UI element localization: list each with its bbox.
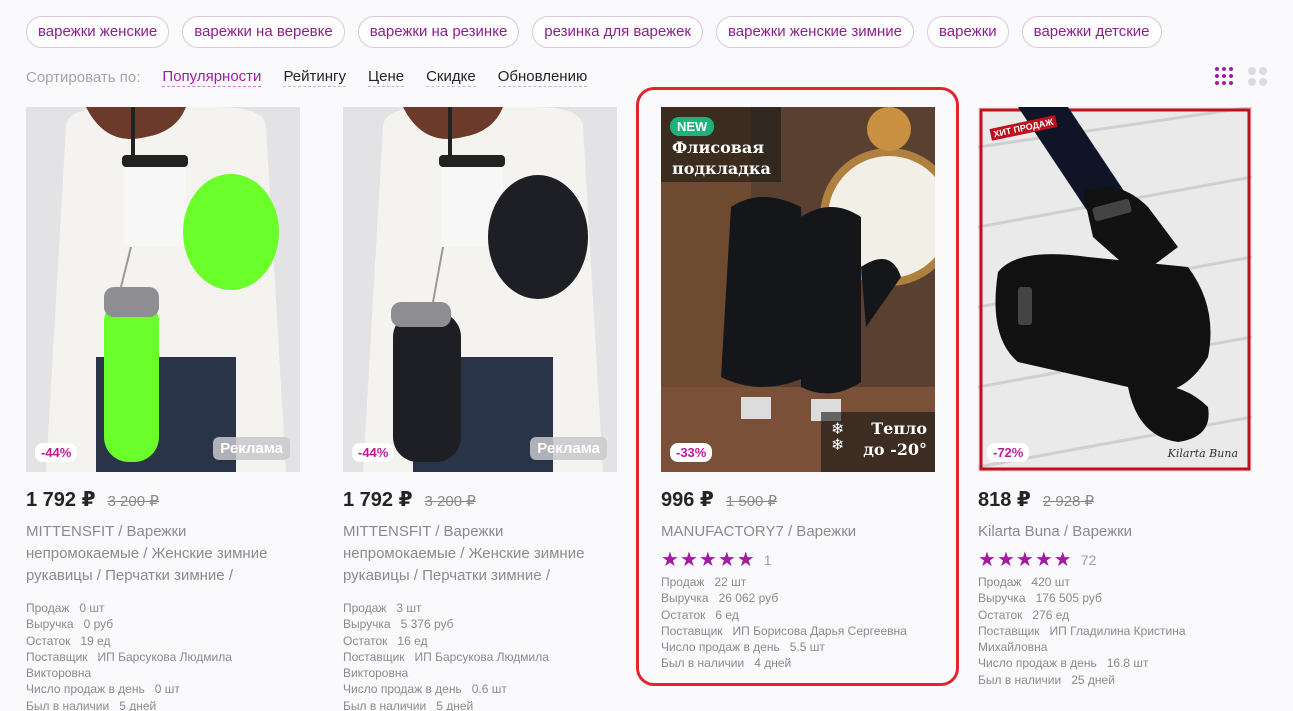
old-price: 3 200 ₽ (424, 493, 476, 510)
star-icon: ★ (661, 549, 679, 571)
product-card[interactable]: -44% Реклама 1 792 ₽ 3 200 ₽ MITTENSFIT … (343, 107, 617, 711)
product-title[interactable]: MANUFACTORY7 / Варежки (661, 521, 935, 543)
old-price: 1 500 ₽ (725, 493, 778, 510)
star-icon: ★ (996, 549, 1015, 571)
stat-revenue: Выручка 176 505 руб (978, 591, 1102, 606)
product-title[interactable]: Kilarta Buna / Варежки (978, 521, 1252, 543)
stat-revenue: Выручка 5 376 руб (343, 617, 454, 632)
tag-chip[interactable]: резинка для варежек (532, 16, 703, 48)
product-title[interactable]: MITTENSFIT / Варежки непромокаемые / Жен… (26, 521, 300, 587)
sort-label: Сортировать по: (26, 69, 141, 86)
star-icon: ★ (679, 549, 698, 571)
stat-revenue: Выручка 0 руб (26, 617, 114, 632)
stat-stock: Остаток 19 ед (26, 633, 111, 648)
stat-supplier: Поставщик ИП Борисова Дарья Сергеевна (661, 623, 907, 638)
product-image[interactable]: ХИТ ПРОДАЖ Kilarta Buna -72% (978, 107, 1252, 472)
grid-large-view-icon[interactable] (1248, 67, 1268, 87)
snowflake-icon: ❄ ❄ (831, 421, 845, 454)
product-card[interactable]: NEW Флисовая подкладка Тепло до -20° ❄ ❄ … (661, 107, 935, 672)
sort-option-update[interactable]: Обновлению (497, 68, 588, 87)
product-stats: Продаж 22 шт Выручка 26 062 руб Остаток 6 е… (661, 574, 935, 672)
black-mitten-shape (488, 175, 588, 299)
star-icon: ★ (698, 549, 717, 571)
stat-per-day: Число продаж в день 16.8 шт (978, 656, 1149, 671)
product-stats: Продаж 3 шт Выручка 5 376 руб Остаток 16 ед… (343, 600, 617, 711)
tag-chip[interactable]: варежки женские зимние (716, 16, 914, 48)
star-icon: ★ (978, 549, 996, 571)
discount-badge: -33% (670, 443, 713, 462)
sort-bar: Сортировать по: Популярности Рейтингу Це… (26, 68, 609, 87)
stat-in-stock-days: Был в наличии 4 дней (661, 656, 792, 671)
rating: ★ ★ ★ ★ ★ 72 (978, 549, 1252, 571)
stat-supplier: Поставщик ИП Барсукова Людмила Викторовна (26, 649, 232, 681)
new-badge: NEW (670, 117, 715, 136)
grid-small-view-icon[interactable] (1215, 67, 1235, 87)
overlay-top-text: Флисовая подкладка (672, 138, 771, 178)
product-image[interactable]: -44% Реклама (343, 107, 617, 472)
product-stats: Продаж 420 шт Выручка 176 505 руб Остаток 2… (978, 574, 1252, 688)
stat-sales: Продаж 0 шт (26, 601, 105, 615)
sort-option-discount[interactable]: Скидке (426, 68, 476, 87)
stat-supplier: Поставщик ИП Гладилина Кристина Михайловн… (978, 623, 1186, 655)
reviews-count[interactable]: 1 (764, 552, 772, 568)
stat-in-stock-days: Был в наличии 5 дней (26, 698, 157, 711)
overlay-bottom-text: Тепло до -20° (863, 419, 927, 459)
product-card[interactable]: -44% Реклама 1 792 ₽ 3 200 ₽ MITTENSFIT … (26, 107, 300, 711)
stat-stock: Остаток 276 ед (978, 607, 1070, 622)
star-icon: ★ (1053, 549, 1072, 571)
stat-in-stock-days: Был в наличии 5 дней (343, 698, 474, 711)
star-icon: ★ (717, 549, 736, 571)
sort-option-price[interactable]: Цене (368, 68, 405, 87)
stat-per-day: Число продаж в день 0.6 шт (343, 682, 507, 697)
stat-per-day: Число продаж в день 0 шт (26, 682, 180, 697)
product-title[interactable]: MITTENSFIT / Варежки непромокаемые / Жен… (343, 521, 617, 587)
star-icon: ★ (736, 549, 755, 571)
star-icon: ★ (1015, 549, 1034, 571)
ad-badge: Реклама (530, 437, 607, 460)
search-tags: варежки женские варежки на веревке вареж… (26, 16, 1162, 48)
ad-badge: Реклама (213, 437, 290, 460)
sort-option-popularity[interactable]: Популярности (162, 68, 262, 87)
discount-badge: -44% (35, 443, 78, 462)
price: 1 792 ₽ (343, 489, 413, 511)
discount-badge: -44% (352, 443, 395, 462)
tag-chip[interactable]: варежки женские (26, 16, 170, 48)
price: 818 ₽ (978, 489, 1031, 511)
rating: ★ ★ ★ ★ ★ 1 (661, 549, 935, 571)
price: 1 792 ₽ (26, 489, 96, 511)
product-image[interactable]: NEW Флисовая подкладка Тепло до -20° ❄ ❄ … (661, 107, 935, 472)
stat-stock: Остаток 6 ед (661, 607, 739, 622)
stat-in-stock-days: Был в наличии 25 дней (978, 672, 1115, 687)
tag-chip[interactable]: варежки (927, 16, 1009, 48)
tag-chip[interactable]: варежки на резинке (357, 16, 520, 48)
product-card[interactable]: ХИТ ПРОДАЖ Kilarta Buna -72% 818 ₽ 2 928… (978, 107, 1252, 688)
brand-signature: Kilarta Buna (1167, 447, 1238, 460)
old-price: 3 200 ₽ (107, 493, 159, 510)
stat-supplier: Поставщик ИП Барсукова Людмила Викторовна (343, 649, 549, 681)
old-price: 2 928 ₽ (1042, 493, 1095, 510)
star-icon: ★ (1034, 549, 1053, 571)
discount-badge: -72% (987, 443, 1030, 462)
tag-chip[interactable]: варежки детские (1021, 16, 1162, 48)
stat-sales: Продаж 3 шт (343, 601, 422, 615)
stat-per-day: Число продаж в день 5.5 шт (661, 640, 825, 655)
sort-option-rating[interactable]: Рейтингу (283, 68, 347, 87)
stat-sales: Продаж 22 шт (661, 575, 747, 589)
reviews-count[interactable]: 72 (1081, 552, 1097, 568)
stat-revenue: Выручка 26 062 руб (661, 591, 779, 606)
price: 996 ₽ (661, 489, 714, 511)
stat-stock: Остаток 16 ед (343, 633, 428, 648)
green-mitten-shape (183, 174, 279, 290)
product-stats: Продаж 0 шт Выручка 0 руб Остаток 19 ед Пос… (26, 600, 300, 711)
product-image[interactable]: -44% Реклама (26, 107, 300, 472)
tag-chip[interactable]: варежки на веревке (182, 16, 345, 48)
stat-sales: Продаж 420 шт (978, 575, 1070, 589)
